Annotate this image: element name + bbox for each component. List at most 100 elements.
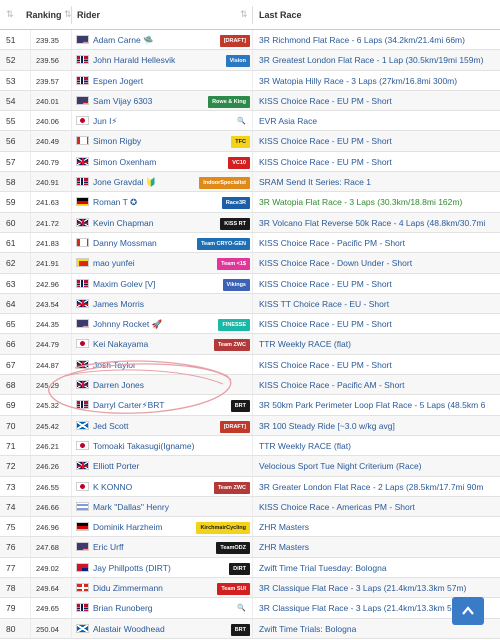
rider-name-link[interactable]: Josh Taylor — [93, 360, 136, 370]
last-race-link[interactable]: KISS Choice Race - Americas PM - Short — [259, 502, 415, 512]
last-race-link[interactable]: 3R 50km Park Perimeter Loop Flat Race - … — [259, 400, 485, 410]
rider-name-link[interactable]: Kei Nakayama — [93, 339, 148, 349]
team-badge[interactable]: Team <1$ — [217, 258, 250, 271]
table-row[interactable]: 55 240.06 Jun I⚡ 🔍 EVR Asia Race — [0, 111, 500, 132]
last-race-link[interactable]: SRAM Send It Series: Race 1 — [259, 177, 371, 187]
table-row[interactable]: 78 249.64 Didu Zimmermann Team SUI 3R Classi… — [0, 578, 500, 599]
last-race-link[interactable]: ZHR Masters — [259, 522, 309, 532]
last-race-link[interactable]: KISS Choice Race - EU PM - Short — [259, 279, 392, 289]
table-row[interactable]: 61 241.83 Danny Mossman Team CRYO-GEN KISS C… — [0, 232, 500, 254]
last-race-link[interactable]: 3R Classique Flat Race - 3 Laps (21.4km/… — [259, 603, 466, 613]
last-race-link[interactable]: KISS Choice Race - Pacific PM - Short — [259, 238, 405, 248]
team-badge[interactable]: BRT — [230, 400, 250, 413]
table-row[interactable]: 70 245.42 Jed Scott [DRAFT] 3R 100 Steady Ri… — [0, 415, 500, 436]
table-row[interactable]: 57 240.79 Simon Oxenham VC10 KISS Choice Rac… — [0, 151, 500, 173]
rider-name-link[interactable]: Mark "Dallas" Henry — [93, 502, 169, 512]
team-badge[interactable]: VC10 — [228, 156, 250, 169]
team-badge[interactable]: Team SUI — [217, 583, 250, 596]
last-race-link[interactable]: KISS Choice Race - EU PM - Short — [259, 96, 392, 106]
team-badge[interactable]: IndoorSpecialist — [199, 177, 250, 190]
rider-name-link[interactable]: Jay Phillpotts (DIRT) — [93, 563, 171, 573]
rider-name-link[interactable]: mao yunfei — [93, 258, 135, 268]
table-row[interactable]: 77 249.02 Jay Phillpotts (DIRT) DIRT Zwift T… — [0, 557, 500, 579]
team-badge[interactable]: Team ZWC — [213, 481, 250, 494]
rider-name-link[interactable]: K KONNO — [93, 482, 132, 492]
table-row[interactable]: 58 240.91 Jone Gravdal 🔰 IndoorSpecialist SR… — [0, 172, 500, 193]
team-badge[interactable]: KirchmairCycling — [196, 522, 250, 535]
rider-name-link[interactable]: Espen Jogert — [93, 76, 143, 86]
rider-name-link[interactable]: Johnny Rocket 🚀 — [93, 319, 162, 330]
last-race-link[interactable]: 3R Classique Flat Race - 3 Laps (21.4km/… — [259, 583, 466, 593]
table-row[interactable]: 75 246.96 Dominik Harzheim KirchmairCycling… — [0, 517, 500, 538]
scroll-to-top-button[interactable] — [452, 597, 484, 625]
table-row[interactable]: 59 241.63 Roman T ✪ Race3R 3R Watopia Flat R… — [0, 192, 500, 213]
rider-name-link[interactable]: Jun I⚡ — [93, 116, 117, 127]
team-badge[interactable]: Team CRYO-GEN — [197, 237, 250, 250]
last-race-link[interactable]: TTR Weekly RACE (flat) — [259, 339, 351, 349]
table-row[interactable]: 76 247.68 Eric Urff TeamODZ ZHR Masters — [0, 537, 500, 558]
rider-name-link[interactable]: Tomoaki Takasugi(Igname) — [93, 441, 194, 451]
team-badge[interactable]: Vikings — [222, 278, 250, 291]
rider-name-link[interactable]: Didu Zimmermann — [93, 583, 163, 593]
last-race-link[interactable]: KISS Choice Race - EU PM - Short — [259, 360, 392, 370]
last-race-link[interactable]: KISS Choice Race - Pacific AM - Short — [259, 380, 405, 390]
rider-name-link[interactable]: John Harald Hellesvik — [93, 55, 175, 65]
rider-name-link[interactable]: Danny Mossman — [93, 238, 157, 248]
table-row[interactable]: 52 239.56 John Harald Hellesvik Vision 3R Gr… — [0, 50, 500, 71]
sort-icon[interactable]: ⇅ — [6, 9, 14, 20]
team-badge[interactable]: [DRAFT] — [219, 420, 250, 433]
rider-name-link[interactable]: Sam Vijay 6303 — [93, 96, 152, 106]
table-row[interactable]: 62 241.91 mao yunfei Team <1$ KISS Choice Ra… — [0, 253, 500, 274]
table-row[interactable]: 64 243.54 James Morris KISS TT Choice Race … — [0, 293, 500, 315]
team-badge[interactable]: Team ZWC — [213, 339, 250, 352]
table-row[interactable]: 54 240.01 Sam Vijay 6303 Rowe & King KISS Ch… — [0, 90, 500, 112]
last-race-link[interactable]: KISS Choice Race - EU PM - Short — [259, 157, 392, 167]
last-race-link[interactable]: 3R Volcano Flat Reverse 50k Race - 4 Lap… — [259, 218, 485, 228]
last-race-link[interactable]: 3R Watopia Hilly Race - 3 Laps (27km/16.… — [259, 76, 457, 86]
table-row[interactable]: 69 245.32 Darryl Carter⚡BRT BRT 3R 50km Park… — [0, 395, 500, 416]
table-row[interactable]: 51 239.35 Adam Carne 🛸 [DRAFT] 3R Richmond F… — [0, 30, 500, 51]
rider-name-link[interactable]: Kevin Chapman — [93, 218, 153, 228]
team-badge[interactable]: TFC — [231, 136, 250, 149]
last-race-link[interactable]: KISS Choice Race - EU PM - Short — [259, 319, 392, 329]
table-row[interactable]: 60 241.72 Kevin Chapman KISS RT 3R Volcano F… — [0, 212, 500, 233]
search-icon[interactable]: 🔍 — [233, 603, 250, 615]
rider-name-link[interactable]: Alastair Woodhead — [93, 624, 165, 634]
team-badge[interactable]: Race3R — [221, 197, 250, 210]
team-badge[interactable]: KISS RT — [220, 217, 250, 230]
header-last-race[interactable]: Last Race — [259, 10, 302, 20]
search-icon[interactable]: 🔍 — [233, 116, 250, 128]
table-row[interactable]: 53 239.57 Espen Jogert 3R Watopia Hilly Rac… — [0, 70, 500, 91]
rider-name-link[interactable]: Darryl Carter⚡BRT — [93, 400, 164, 411]
team-badge[interactable]: TeamODZ — [216, 542, 250, 555]
table-row[interactable]: 68 245.29 Darren Jones KISS Choice Race - P… — [0, 375, 500, 396]
rider-name-link[interactable]: Dominik Harzheim — [93, 522, 162, 532]
team-badge[interactable]: FINESSE — [218, 319, 250, 332]
rider-name-link[interactable]: Adam Carne 🛸 — [93, 35, 154, 46]
rider-name-link[interactable]: Darren Jones — [93, 380, 144, 390]
team-badge[interactable]: Rowe & King — [208, 95, 250, 108]
rider-name-link[interactable]: Simon Rigby — [93, 136, 141, 146]
last-race-link[interactable]: Zwift Time Trial Tuesday: Bologna — [259, 563, 387, 573]
rider-name-link[interactable]: Jed Scott — [93, 421, 128, 431]
header-rider[interactable]: Rider — [77, 10, 100, 20]
rider-name-link[interactable]: Jone Gravdal 🔰 — [93, 177, 157, 188]
table-row[interactable]: 79 249.65 Brian Runoberg 🔍 3R Classique Flat… — [0, 598, 500, 619]
last-race-link[interactable]: KISS Choice Race - EU PM - Short — [259, 136, 392, 146]
last-race-link[interactable]: 3R Richmond Flat Race - 6 Laps (34.2km/2… — [259, 35, 465, 45]
table-row[interactable]: 65 244.35 Johnny Rocket 🚀 FINESSE KISS Choic… — [0, 314, 500, 335]
rider-name-link[interactable]: Maxim Golev [V] — [93, 279, 155, 289]
table-row[interactable]: 66 244.79 Kei Nakayama Team ZWC TTR Weekly R… — [0, 334, 500, 355]
last-race-link[interactable]: 3R 100 Steady Ride [~3.0 w/kg avg] — [259, 421, 395, 431]
last-race-link[interactable]: Zwift Time Trials: Bologna — [259, 624, 356, 634]
table-row[interactable]: 67 244.87 Josh Taylor KISS Choice Race - EU… — [0, 354, 500, 376]
table-row[interactable]: 63 242.96 Maxim Golev [V] Vikings KISS Choic… — [0, 273, 500, 294]
team-badge[interactable]: BRT — [230, 623, 250, 636]
last-race-link[interactable]: KISS Choice Race - Down Under - Short — [259, 258, 412, 268]
last-race-link[interactable]: 3R Greater London Flat Race - 2 Laps (28… — [259, 482, 483, 492]
rider-name-link[interactable]: Simon Oxenham — [93, 157, 156, 167]
table-row[interactable]: 74 246.66 Mark "Dallas" Henry KISS Choice R… — [0, 496, 500, 518]
sort-icon[interactable]: ⇅ — [240, 9, 248, 20]
rider-name-link[interactable]: Brian Runoberg — [93, 603, 153, 613]
last-race-link[interactable]: KISS TT Choice Race - EU - Short — [259, 299, 389, 309]
